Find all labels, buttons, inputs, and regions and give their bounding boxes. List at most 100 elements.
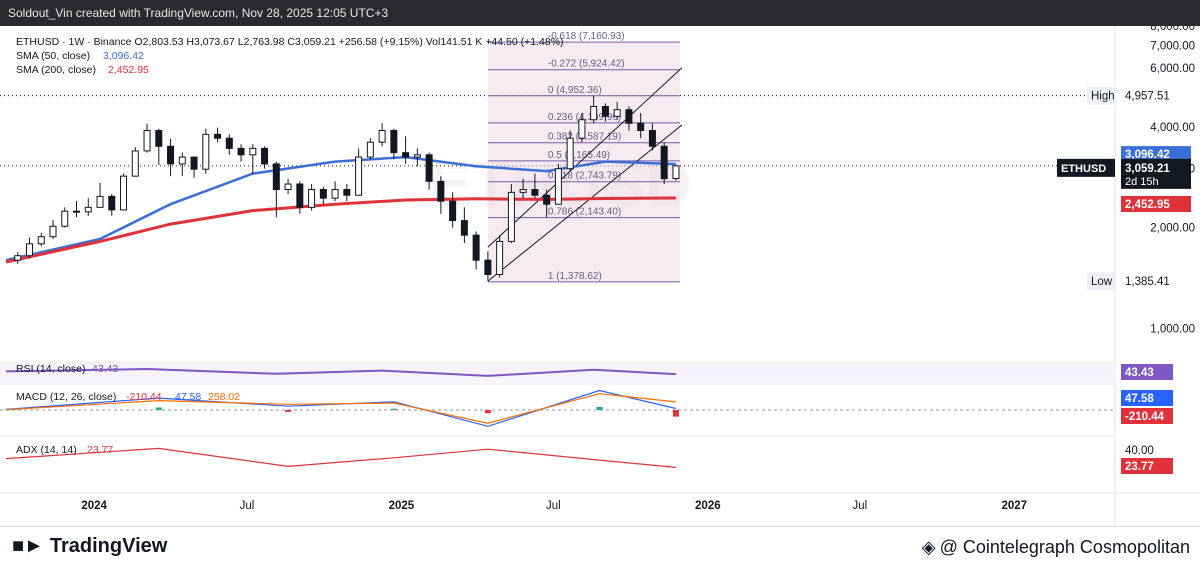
candle-body [413,154,421,158]
legend-macd-line: 47.58 [175,391,201,403]
top-credit-bar: Soldout_Vin created with TradingView.com… [0,0,1200,26]
candle-body [296,183,304,208]
candle-body [319,189,327,199]
adx-axis-tick: 40.00 [1125,445,1154,457]
price-tick-label: 6,000.00 [1150,63,1195,75]
symbol-badge: ETHUSD [1061,163,1106,175]
candle-body [390,130,398,154]
candle-body [214,133,222,139]
candle-body [237,147,245,156]
candle-body [449,200,457,222]
adx-badge: 23.77 [1125,461,1154,473]
candle-body [108,195,116,211]
sma200-price-badge: 2,452.95 [1125,199,1170,211]
macd-histogram-bar [672,410,679,417]
candle-body [625,109,633,124]
price-tick-label: 7,000.00 [1150,40,1195,52]
price-tick-label: 2,000.00 [1150,223,1195,235]
low-value: 1,385.41 [1125,276,1170,288]
candle-body [378,130,386,143]
legend: ETHUSD · 1W · Binance O2,803.53 H3,073.6… [16,36,564,456]
macd-histogram-bar [390,408,397,410]
candle-body [96,195,104,208]
countdown-badge: 2d 15h [1125,176,1159,188]
legend-macd-hist: -210.44 [126,391,162,403]
candle-body [672,165,680,180]
candle-body [308,189,316,208]
time-tick-label: Jul [852,500,867,512]
candle-body [155,130,163,147]
fib-level-label: 0.786 (2,143.40) [548,207,621,218]
candle-body [402,152,410,158]
candle-body [61,210,69,227]
candle-body [49,225,57,238]
rsi-badge: 43.43 [1125,367,1154,379]
candle-body [355,156,363,196]
candle-body [472,234,480,261]
candle-body [496,240,504,275]
candle-body [73,210,81,213]
chart-svg[interactable]: ETHUSD -0.618 (7,160.93)-0.272 (5,924.42… [0,21,1200,526]
candle-body [343,189,351,196]
candle-body [261,147,269,165]
candle-body [484,259,492,275]
candle-body [566,137,574,170]
legend-sma200-value: 2,452.95 [108,64,149,76]
candle-body [143,130,151,152]
legend-ohlc: ETHUSD · 1W · Binance O2,803.53 H3,073.6… [16,36,564,48]
credit-text: Soldout_Vin created with TradingView.com… [8,6,389,20]
fib-level-label: -0.272 (5,924.42) [548,59,625,70]
fib-level-label: 1 (1,378.62) [548,271,602,282]
candle-body [366,141,374,158]
price-badges: High 4,957.51Low 1,385.413,096.42ETHUSD 3,0… [1057,86,1191,474]
candle-body [167,145,175,165]
legend-rsi-value: 43.43 [92,363,118,375]
tradingview-logo[interactable]: ■► TradingView [12,535,167,558]
price-tick-label: 8,000.00 [1150,26,1195,33]
indicator-panes [0,364,1115,468]
candle-body [554,168,562,205]
candle-body [202,133,210,170]
candle-body [578,119,586,139]
low-label: Low [1091,276,1113,288]
candle-body [648,130,656,147]
price-tick-label: 1,000.00 [1150,324,1195,336]
candle-body [284,183,292,191]
macd-hist-badge: -210.44 [1125,411,1165,423]
legend-macd-signal: 258.02 [208,391,240,403]
price-tick-label: 4,000.00 [1150,122,1195,134]
publisher-watermark: ◈ @ Cointelegraph Cosmopolitan [922,537,1190,558]
candle-body [120,175,128,211]
candle-body [637,122,645,132]
candle-body [37,236,45,245]
legend-rsi-label: RSI (14, close) [16,363,85,375]
candle-body [249,147,257,156]
candle-body [331,189,339,199]
candle-body [26,243,34,257]
candle-body [460,220,468,236]
macd-badge: 47.58 [1125,393,1154,405]
candle-body [590,106,598,121]
legend-adx-label: ADX (14, 14) [16,444,77,456]
macd-histogram-bar [285,410,292,412]
fib-level-label: 0.5 (3,165.49) [548,150,610,161]
chart-frame[interactable]: ETHUSD -0.618 (7,160.93)-0.272 (5,924.42… [0,21,1200,527]
candle-body [601,106,609,117]
fib-level-label: 0 (4,952.36) [548,85,602,96]
candle-body [225,137,233,149]
candle-body [543,194,551,205]
macd-histogram-bar [484,410,491,414]
candle-body [14,255,22,261]
rsi-band [0,364,1115,382]
high-value: 4,957.51 [1125,91,1170,103]
time-tick-label: 2025 [389,500,415,512]
candle-body [131,150,139,177]
time-tick-label: Jul [240,500,255,512]
time-axis[interactable]: 2024 Jul 2025 Jul 2026 Jul 2027 [81,500,1027,512]
diamond-icon: ◈ [921,537,936,557]
candle-body [519,189,527,193]
candle-body [613,109,621,117]
candle-body [84,206,92,213]
time-tick-label: Jul [546,500,561,512]
footer: ■► TradingView ◈ @ Cointelegraph Cosmopoli… [0,527,1200,573]
